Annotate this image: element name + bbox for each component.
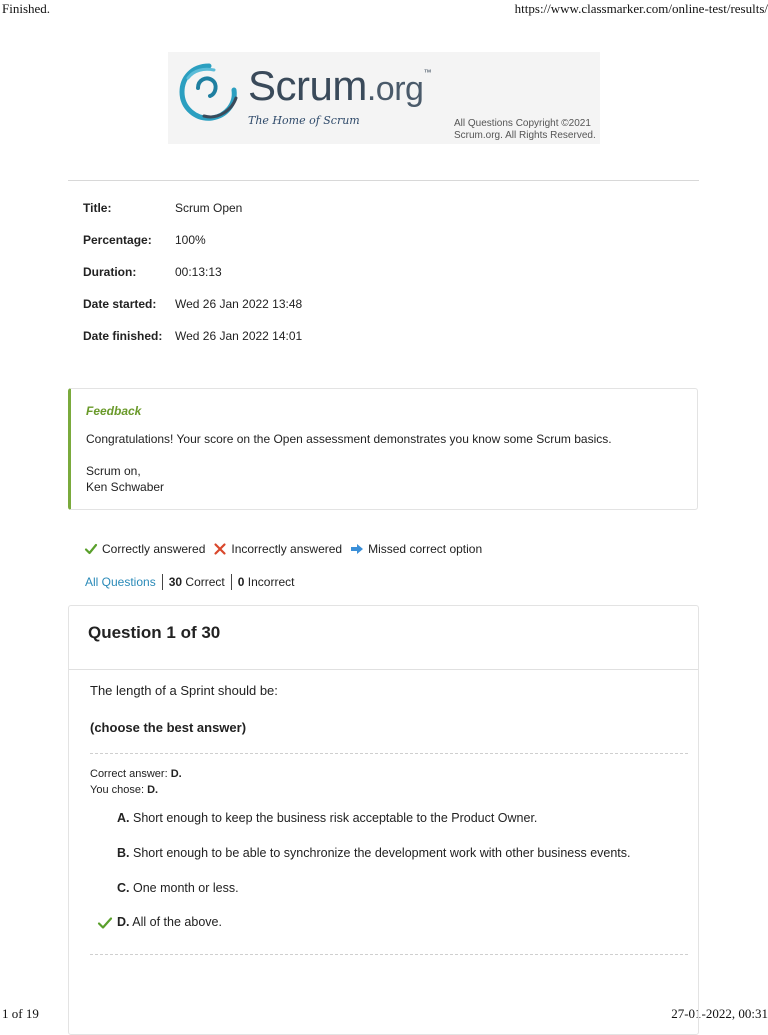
question-heading: Question 1 of 30 (88, 623, 221, 642)
print-header-title: Finished. (2, 1, 51, 16)
logo-tagline: The Home of Scrum (248, 114, 360, 127)
question-filters: All Questions 30 Correct 0 Incorrect (85, 574, 294, 590)
detail-finished-label: Date finished: (83, 329, 163, 343)
question-divider (90, 753, 688, 754)
print-footer-page: 1 of 19 (2, 1006, 39, 1021)
detail-started-label: Date started: (83, 297, 157, 311)
detail-title-label: Title: (83, 201, 112, 215)
logo-wordmark: Scrum.org™ (248, 62, 431, 109)
filter-separator (161, 574, 163, 590)
option-a: A. Short enough to keep the business ris… (117, 811, 538, 825)
feedback-message: Congratulations! Your score on the Open … (86, 432, 612, 446)
arrow-right-icon (351, 544, 364, 554)
check-icon (97, 917, 113, 929)
detail-percentage-label: Percentage: (83, 233, 152, 247)
feedback-author: Ken Schwaber (86, 480, 165, 494)
correct-answer-line: Correct answer: D. (90, 768, 182, 780)
detail-started-value: Wed 26 Jan 2022 13:48 (175, 297, 303, 311)
filter-all-questions-link[interactable]: All Questions (85, 575, 156, 589)
detail-duration-value: 00:13:13 (175, 265, 222, 279)
answer-legend: Correctly answered Incorrectly answered … (84, 542, 490, 556)
legend-correct: Correctly answered (84, 542, 205, 556)
question-divider (90, 954, 688, 955)
detail-duration-label: Duration: (83, 265, 137, 279)
question-card: Question 1 of 30 The length of a Sprint … (68, 605, 699, 1035)
question-prompt: The length of a Sprint should be: (90, 683, 278, 698)
filter-correct-link[interactable]: 30 Correct (169, 575, 225, 589)
legend-incorrect: Incorrectly answered (213, 542, 342, 556)
filter-incorrect-link[interactable]: 0 Incorrect (238, 575, 295, 589)
filter-separator (230, 574, 232, 590)
feedback-title: Feedback (86, 404, 142, 418)
copyright-notice: All Questions Copyright ©2021 Scrum.org.… (454, 118, 596, 141)
print-header-url: https://www.classmarker.com/online-test/… (514, 1, 768, 16)
option-b: B. Short enough to be able to synchroniz… (117, 846, 631, 860)
scrum-logo-mark-icon (179, 63, 238, 121)
detail-percentage-value: 100% (175, 233, 206, 247)
scrum-org-logo: Scrum.org™ The Home of Scrum All Questio… (168, 52, 600, 144)
legend-missed: Missed correct option (350, 542, 482, 556)
detail-title-value: Scrum Open (175, 201, 243, 215)
option-d: D. All of the above. (97, 915, 222, 929)
you-chose-line: You chose: D. (90, 784, 159, 796)
cross-icon (214, 543, 226, 555)
detail-finished-value: Wed 26 Jan 2022 14:01 (175, 329, 303, 343)
option-c: C. One month or less. (117, 881, 239, 895)
question-instruction: (choose the best answer) (90, 720, 247, 735)
feedback-signoff: Scrum on, (86, 464, 141, 478)
feedback-panel: Feedback Congratulations! Your score on … (68, 388, 698, 510)
question-header: Question 1 of 30 (69, 606, 698, 670)
header-divider (68, 180, 699, 181)
feedback-signature: Scrum on, Ken Schwaber (86, 463, 164, 495)
check-icon (84, 543, 98, 555)
